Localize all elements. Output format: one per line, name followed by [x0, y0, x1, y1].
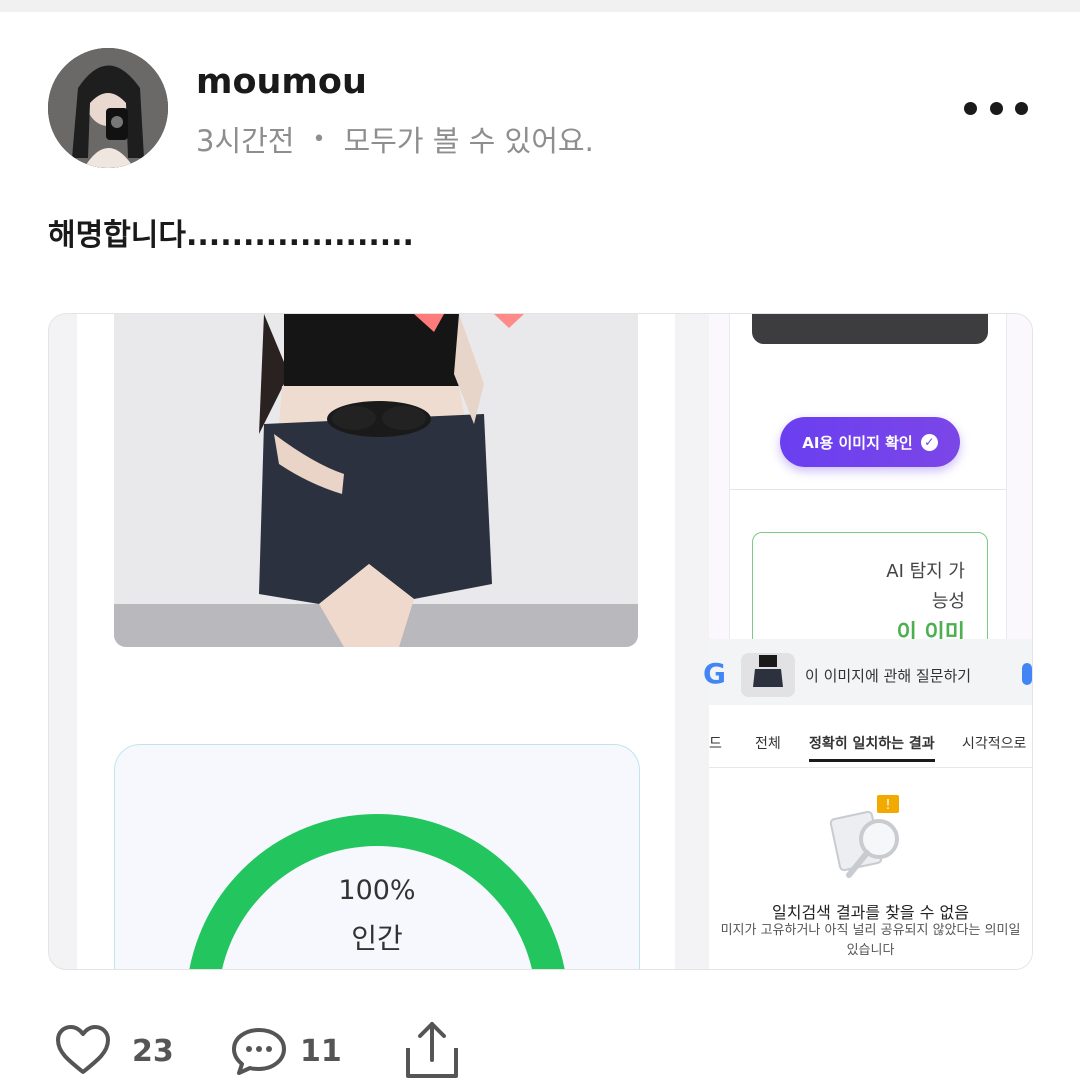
post-actions: 23 11 — [0, 1018, 1080, 1080]
tab-partial[interactable]: 드 — [709, 733, 722, 753]
no-results-title: 일치검색 결과를 찾을 수 없음 — [772, 903, 969, 922]
ai-image-check-button[interactable]: AI용 이미지 확인 ✓ — [780, 417, 960, 467]
check-circle-icon: ✓ — [920, 433, 938, 451]
google-lens-panel: G 이 이미지에 관해 질문하기 드 전체 정확히 일치하는 결과 시각적으로 — [703, 639, 1032, 969]
like-heart-icon[interactable] — [54, 1024, 112, 1076]
post-image-card[interactable]: 100% 인간 AI용 이미지 확인 ✓ AI 탐지 가 능성 이 이미 G 이… — [48, 313, 1033, 970]
gauge-label: 인간 — [351, 922, 403, 955]
post-meta: 3시간전 • 모두가 볼 수 있어요. — [196, 118, 594, 160]
google-results-tabs: 드 전체 정확히 일치하는 결과 시각적으로 — [709, 727, 1032, 768]
no-results-sub-line-2: 있습니다 — [846, 943, 895, 958]
google-logo-icon: G — [703, 657, 726, 690]
gauge-percent: 100% — [338, 875, 416, 906]
mic-icon[interactable] — [1022, 663, 1032, 685]
more-options-button[interactable] — [964, 96, 1028, 120]
post-text: 해명합니다.................... — [48, 218, 414, 253]
post-visibility: 모두가 볼 수 있어요. — [343, 124, 594, 158]
left-screenshot-panel: 100% 인간 — [77, 314, 675, 969]
tab-all[interactable]: 전체 — [755, 733, 781, 753]
query-thumbnail — [741, 653, 795, 697]
detect-line-1: AI 탐지 가 — [886, 561, 965, 582]
avatar-photo — [48, 48, 168, 168]
divider — [730, 489, 1006, 490]
human-score-card: 100% 인간 — [114, 744, 640, 969]
status-strip — [0, 0, 1080, 12]
like-count: 23 — [132, 1034, 174, 1069]
more-dot-icon — [1015, 101, 1028, 115]
thumbnail-image — [752, 314, 988, 344]
right-screenshot-panel: AI용 이미지 확인 ✓ AI 탐지 가 능성 이 이미 G 이 이미지에 관해… — [703, 314, 1032, 969]
username[interactable]: moumou — [196, 62, 367, 102]
no-results-subtitle: 미지가 고유하거나 아직 널리 공유되지 않았다는 의미일 있습니다 — [709, 921, 1032, 961]
tab-exact-match[interactable]: 정확히 일치하는 결과 — [809, 733, 935, 762]
avatar[interactable] — [48, 48, 168, 168]
ai-check-panel: AI용 이미지 확인 ✓ AI 탐지 가 능성 이 이미 — [729, 314, 1007, 654]
google-search-bar[interactable]: G 이 이미지에 관해 질문하기 — [703, 639, 1032, 705]
ai-image-check-label: AI용 이미지 확인 — [802, 433, 913, 452]
body-photo — [114, 314, 638, 647]
comment-count: 11 — [300, 1034, 342, 1069]
no-results-sub-line-1: 미지가 고유하거나 아직 널리 공유되지 않았다는 의미일 — [720, 923, 1021, 938]
meta-separator: • — [312, 126, 326, 152]
share-icon[interactable] — [402, 1020, 462, 1078]
more-dot-icon — [989, 101, 1003, 115]
ask-about-image-label: 이 이미지에 관해 질문하기 — [805, 667, 972, 685]
comment-bubble-icon[interactable] — [230, 1026, 288, 1076]
tab-visual[interactable]: 시각적으로 — [962, 733, 1026, 753]
ai-detection-box: AI 탐지 가 능성 이 이미 — [752, 532, 988, 654]
post-time: 3시간전 — [196, 124, 295, 158]
svg-text:!: ! — [885, 798, 890, 813]
detect-line-2: 능성 — [931, 591, 965, 612]
more-dot-icon — [964, 101, 977, 115]
no-results-magnifier-icon: ! — [829, 795, 899, 878]
